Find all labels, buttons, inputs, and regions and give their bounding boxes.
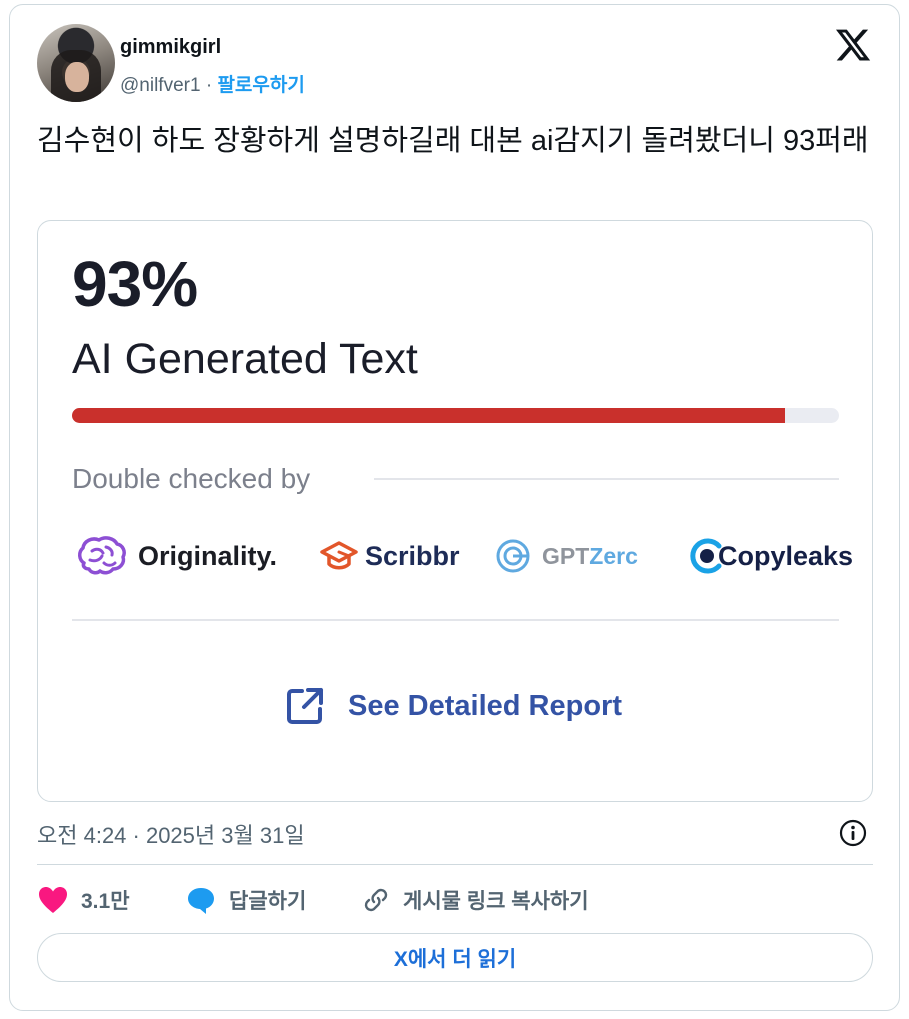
copyleaks-text: Copyleaks <box>718 540 854 571</box>
reply-button[interactable]: 답글하기 <box>185 880 306 920</box>
scribbr-logo: Scribbr <box>319 526 460 586</box>
scribbr-text: Scribbr <box>365 540 460 571</box>
ai-percent: 93% <box>72 248 198 320</box>
heart-icon <box>39 887 67 913</box>
ai-score-bar-fill <box>72 408 786 423</box>
author-handle[interactable]: @nilfver1 <box>120 75 201 96</box>
double-checked-divider <box>374 478 839 480</box>
follow-button[interactable]: 팔로우하기 <box>217 75 304 96</box>
info-icon[interactable] <box>838 818 868 848</box>
tweet-actions: 3.1만 답글하기 게시물 링크 복사하기 <box>37 880 873 920</box>
brain-icon <box>78 536 126 575</box>
checker-logos: Originality. Scribbr GPT Zerc Copyleaks <box>72 526 853 586</box>
reply-bubble-icon <box>188 888 214 914</box>
ai-score-bar <box>72 408 839 423</box>
reply-label: 답글하기 <box>229 890 307 913</box>
meta-divider <box>37 864 873 865</box>
copy-link-label: 게시물 링크 복사하기 <box>403 890 589 913</box>
link-icon <box>364 888 388 912</box>
double-checked-label: Double checked by <box>72 463 311 494</box>
copyleaks-logo: Copyleaks <box>686 526 853 586</box>
author-handle-row: @nilfver1 · 팔로우하기 <box>120 70 305 97</box>
x-logo-icon[interactable] <box>834 26 872 64</box>
see-detailed-report-link[interactable]: See Detailed Report <box>284 685 622 727</box>
author-name[interactable]: gimmikgirl <box>120 36 221 59</box>
gptzero-logo: GPT Zerc <box>494 526 638 586</box>
originality-text: Originality. <box>138 540 278 571</box>
like-count: 3.1만 <box>81 890 130 913</box>
read-more-label: X에서 더 읽기 <box>393 947 517 971</box>
gptzero-text-prefix: GPT <box>542 542 590 569</box>
read-more-on-x-button[interactable]: X에서 더 읽기 <box>37 933 873 982</box>
like-button[interactable]: 3.1만 <box>37 880 130 920</box>
handle-separator: · <box>200 75 218 96</box>
report-divider <box>72 619 839 621</box>
author-avatar[interactable] <box>37 24 115 102</box>
graduation-cap-icon <box>320 541 358 570</box>
tweet-text: 김수현이 하도 장황하게 설명하길래 대본 ai감지기 돌려봤더니 93퍼래 <box>37 125 869 157</box>
originality-logo: Originality. <box>76 526 277 586</box>
external-link-icon <box>287 688 323 724</box>
copy-link-button[interactable]: 게시물 링크 복사하기 <box>361 880 589 920</box>
see-detailed-report-label: See Detailed Report <box>348 689 622 722</box>
ai-generated-label: AI Generated Text <box>72 335 418 383</box>
gptzero-text-suffix: Zerc <box>589 542 638 569</box>
gptzero-mark-icon <box>496 539 530 573</box>
embedded-image-card[interactable]: 93% AI Generated Text Double checked by … <box>37 220 873 802</box>
tweet-timestamp[interactable]: 오전 4:24 · 2025년 3월 31일 <box>37 818 305 850</box>
